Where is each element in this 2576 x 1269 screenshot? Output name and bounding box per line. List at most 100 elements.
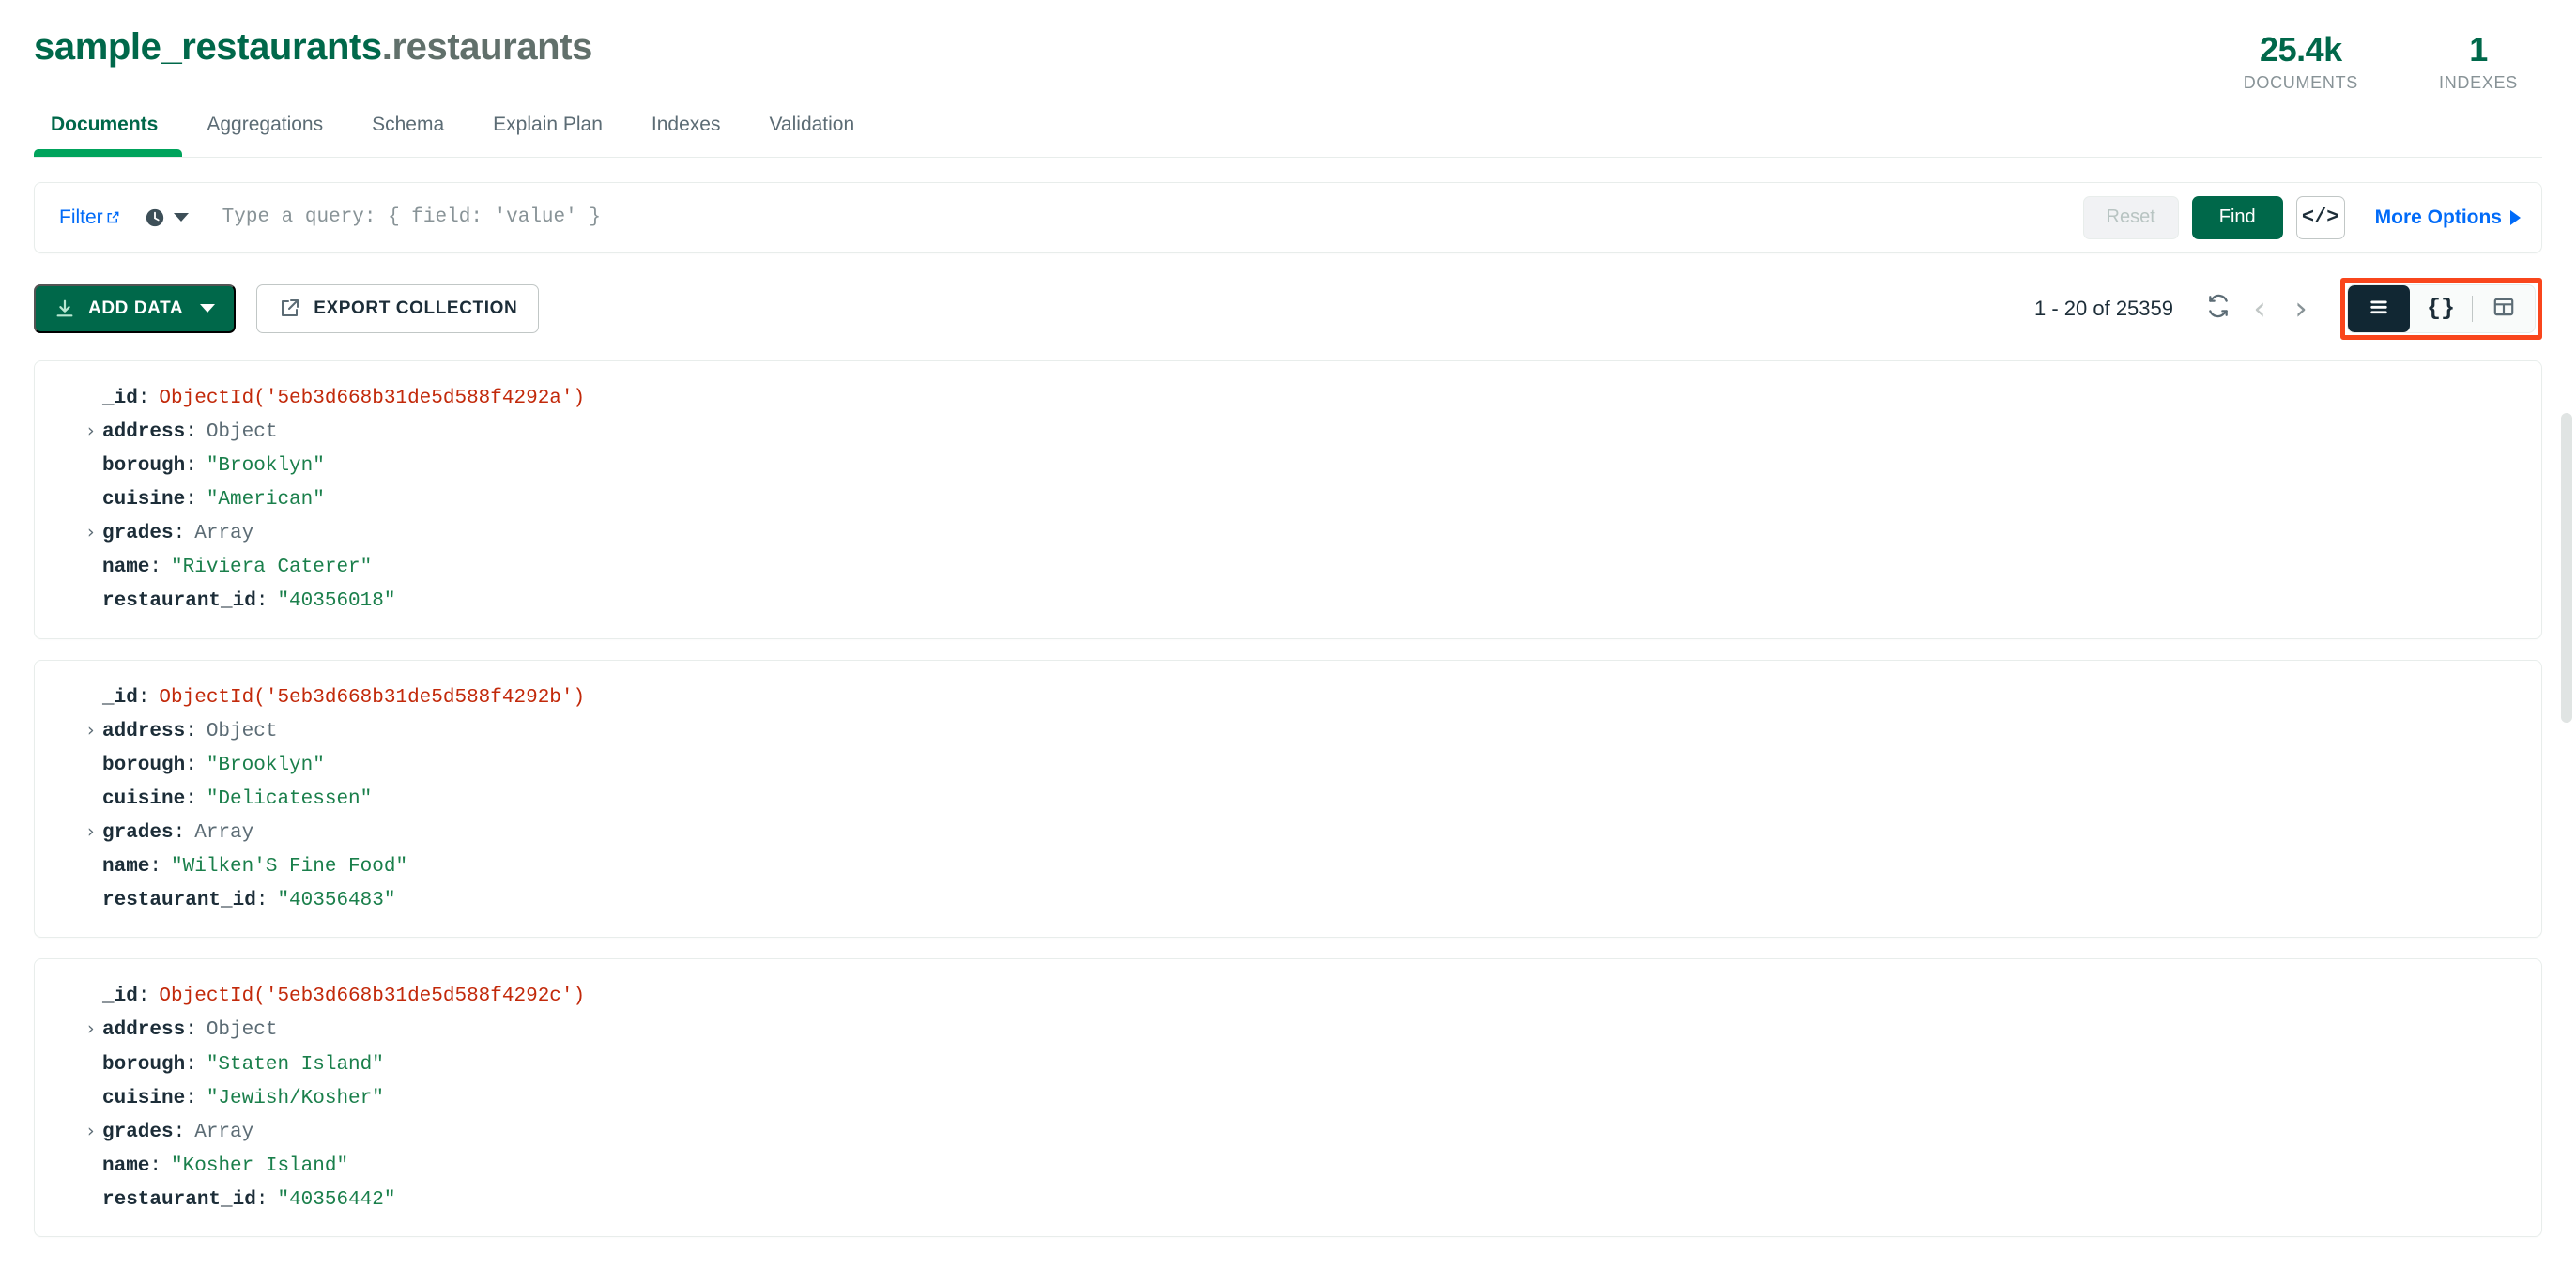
expand-chevron-icon[interactable]: ›	[87, 817, 95, 848]
document-field: cuisine: "Jewish/Kosher"	[35, 1082, 2541, 1116]
field-key: cuisine	[102, 489, 186, 512]
document-field: › grades: Array	[35, 1116, 2541, 1150]
refresh-icon	[2206, 294, 2231, 323]
page-title: sample_restaurants.restaurants	[34, 26, 592, 68]
collection-tabs: Documents Aggregations Schema Explain Pl…	[0, 93, 2576, 157]
expand-chevron-icon[interactable]: ›	[87, 517, 95, 548]
json-view-button[interactable]: {}	[2410, 285, 2472, 332]
scrollbar-thumb[interactable]	[2561, 413, 2572, 723]
tab-documents[interactable]: Documents	[34, 114, 183, 157]
document-field: cuisine: "Delicatessen"	[35, 783, 2541, 817]
document-card[interactable]: _id: ObjectId('5eb3d668b31de5d588f4292c')…	[34, 958, 2542, 1238]
add-data-button[interactable]: ADD DATA	[34, 283, 237, 333]
document-field: › grades: Array	[35, 517, 2541, 551]
field-value: "Brooklyn"	[206, 754, 325, 776]
field-value: "Wilken'S Fine Food"	[171, 856, 408, 879]
query-input[interactable]	[222, 206, 2083, 229]
documents-toolbar: ADD DATA EXPORT COLLECTION 1 - 20 of 253…	[0, 253, 2576, 340]
find-button[interactable]: Find	[2191, 195, 2283, 239]
field-value: Array	[194, 523, 254, 545]
field-key: _id	[102, 986, 138, 1008]
indexes-count: 1	[2469, 30, 2488, 69]
field-key: cuisine	[102, 1087, 186, 1109]
field-key: name	[102, 557, 150, 579]
document-field: restaurant_id: "40356483"	[35, 884, 2541, 918]
documents-scrollbar[interactable]	[2561, 413, 2572, 1269]
document-field: cuisine: "American"	[35, 483, 2541, 517]
documents-count: 25.4k	[2260, 30, 2342, 69]
tab-explain-plan[interactable]: Explain Plan	[468, 114, 627, 157]
tab-aggregations[interactable]: Aggregations	[182, 114, 347, 157]
next-page-button[interactable]: ›	[2280, 288, 2322, 329]
tabs-divider	[34, 156, 2542, 158]
expand-chevron-icon[interactable]: ›	[87, 1014, 95, 1045]
external-link-icon	[106, 207, 120, 223]
table-view-button[interactable]	[2473, 285, 2535, 332]
export-collection-button[interactable]: EXPORT COLLECTION	[256, 283, 540, 333]
document-card[interactable]: _id: ObjectId('5eb3d668b31de5d588f4292b')…	[34, 659, 2542, 939]
reset-button[interactable]: Reset	[2082, 195, 2179, 239]
more-options-toggle[interactable]: More Options	[2375, 206, 2521, 229]
chevron-down-icon	[200, 304, 216, 313]
chevron-right-icon: ›	[2294, 289, 2308, 328]
document-field: › grades: Array	[35, 817, 2541, 850]
field-key: grades	[102, 822, 174, 844]
pagination-range: 1 - 20 of 25359	[2033, 296, 2173, 320]
expand-chevron-icon[interactable]: ›	[87, 416, 95, 447]
field-key: address	[102, 420, 186, 443]
clock-icon	[145, 207, 165, 228]
field-value: ObjectId('5eb3d668b31de5d588f4292a')	[159, 387, 586, 409]
chevron-down-icon	[173, 213, 189, 222]
filter-link[interactable]: Filter	[59, 206, 120, 229]
field-key: borough	[102, 754, 186, 776]
field-value: "Staten Island"	[206, 1053, 384, 1076]
stat-documents: 25.4k DOCUMENTS	[2244, 32, 2358, 93]
field-key: name	[102, 1154, 150, 1177]
document-field: name: "Kosher Island"	[35, 1150, 2541, 1184]
document-field: › address: Object	[35, 1014, 2541, 1047]
field-key: _id	[102, 387, 138, 409]
tab-schema[interactable]: Schema	[347, 114, 468, 157]
more-options-label: More Options	[2374, 206, 2502, 228]
field-value: "Brooklyn"	[206, 455, 325, 478]
previous-page-button[interactable]: ‹	[2239, 288, 2280, 329]
list-view-button[interactable]	[2348, 284, 2410, 332]
field-value: "Delicatessen"	[206, 787, 373, 810]
field-key: address	[102, 1019, 186, 1042]
toolbar-left-actions: ADD DATA EXPORT COLLECTION	[34, 283, 540, 333]
field-key: _id	[102, 686, 138, 709]
document-field: › address: Object	[35, 715, 2541, 749]
expand-chevron-icon[interactable]: ›	[87, 715, 95, 746]
field-key: borough	[102, 455, 186, 478]
tab-indexes[interactable]: Indexes	[627, 114, 745, 157]
tab-validation[interactable]: Validation	[744, 114, 879, 157]
download-icon	[54, 298, 75, 319]
document-field: name: "Wilken'S Fine Food"	[35, 850, 2541, 884]
field-value: Object	[206, 720, 278, 742]
query-history-button[interactable]	[145, 207, 189, 228]
query-bar: Filter Reset Find </>	[34, 181, 2542, 253]
document-field: restaurant_id: "40356442"	[35, 1184, 2541, 1217]
query-actions: Reset Find </> More Options	[2082, 195, 2529, 239]
chevron-left-icon: ‹	[2253, 289, 2266, 328]
field-value: "40356442"	[277, 1188, 396, 1211]
field-key: grades	[102, 1121, 174, 1143]
export-icon	[278, 298, 300, 320]
field-key: address	[102, 720, 186, 742]
field-value: Array	[194, 822, 254, 844]
field-value: "Riviera Caterer"	[171, 557, 373, 579]
expand-chevron-icon[interactable]: ›	[87, 1116, 95, 1147]
braces-icon: {}	[2426, 295, 2455, 323]
table-icon	[2492, 295, 2516, 322]
field-value: Object	[206, 420, 278, 443]
collection-workspace: sample_restaurants.restaurants 25.4k DOC…	[0, 0, 2576, 1269]
add-data-label: ADD DATA	[88, 298, 184, 318]
code-icon: </>	[2301, 206, 2339, 230]
documents-list: _id: ObjectId('5eb3d668b31de5d588f4292a')…	[0, 340, 2576, 1238]
export-query-code-button[interactable]: </>	[2295, 195, 2345, 239]
indexes-label: INDEXES	[2439, 72, 2518, 92]
field-value: Object	[206, 1019, 278, 1042]
refresh-button[interactable]	[2198, 288, 2239, 329]
document-card[interactable]: _id: ObjectId('5eb3d668b31de5d588f4292a')…	[34, 359, 2542, 639]
toolbar-right-actions: 1 - 20 of 25359 ‹ › {}	[2033, 277, 2542, 340]
